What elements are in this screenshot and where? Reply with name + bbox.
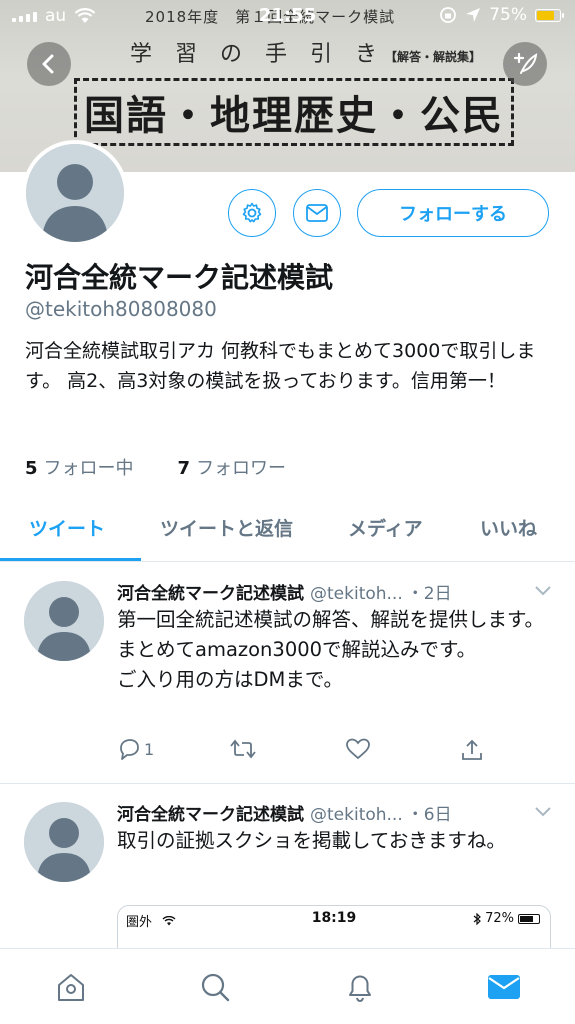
battery-percent: 75% [489, 5, 527, 25]
gear-icon [242, 202, 262, 223]
tweet-author-name[interactable]: 河合全統マーク記述模試 [117, 584, 304, 604]
back-button[interactable] [27, 42, 71, 86]
envelope-icon [488, 975, 520, 999]
tweet-header: 河合全統マーク記述模試 @tekitoh... ・2日 [117, 579, 452, 604]
active-tab-indicator [0, 558, 141, 561]
bottom-navigation [0, 948, 575, 1024]
banner-title: 国語・地理歴史・公民 [84, 92, 504, 139]
reply-button[interactable]: 1 [117, 738, 154, 760]
default-avatar-icon [24, 581, 104, 661]
location-icon [466, 8, 481, 22]
compose-tweet-button[interactable] [503, 42, 547, 86]
tweet-header: 河合全統マーク記述模試 @tekitoh... ・6日 [117, 800, 452, 825]
tab-media[interactable]: メディア [348, 514, 423, 541]
banner-title-box: 国語・地理歴史・公民 [74, 78, 514, 146]
tweet[interactable]: 河合全統マーク記述模試 @tekitoh... ・2日 第一回全統記述模試の解答、解… [0, 563, 575, 783]
follow-button[interactable]: フォローする [357, 189, 549, 237]
share-button[interactable] [460, 738, 484, 762]
tab-likes[interactable]: いいね [480, 514, 537, 541]
profile-tabs: ツイート ツイートと返信 メディア いいね [0, 500, 575, 562]
tab-tweets-and-replies[interactable]: ツイートと返信 [160, 514, 293, 541]
battery-icon [535, 8, 564, 22]
default-avatar-icon [24, 802, 104, 882]
chevron-down-icon[interactable] [534, 585, 552, 597]
tweet-avatar[interactable] [24, 802, 104, 882]
battery-fill [537, 10, 554, 20]
profile-avatar[interactable] [22, 140, 128, 246]
tweet-author-handle: @tekitoh... [310, 584, 403, 604]
nav-search[interactable] [197, 969, 233, 1005]
bell-icon [349, 975, 371, 1003]
banner-line2: 学 習 の 手 引 き【解答・解説集】 [130, 42, 481, 67]
default-avatar-icon [26, 144, 124, 242]
heart-icon [346, 738, 370, 760]
feather-plus-icon [513, 52, 538, 74]
embedded-battery-percent: 72% [485, 911, 514, 926]
tweet-text: 取引の証拠スクショを掲載しておきますね。 [117, 829, 506, 852]
tweet-time: ・2日 [406, 584, 452, 604]
search-icon [201, 973, 230, 1002]
profile-bio: 河合全統模試取引アカ 何教科でもまとめて3000で取引します。 高2、高3対象の… [25, 340, 536, 392]
reply-count: 1 [144, 739, 155, 759]
status-bar: au 21:55 75% [0, 0, 575, 32]
profile-handle: @tekitoh80808080 [25, 297, 217, 321]
followers-stat[interactable]: 7 フォロワー [178, 454, 287, 480]
home-icon [58, 974, 84, 1001]
tweet-text: 第一回全統記述模試の解答、解説を提供します。 まとめてamazon3000で解説… [117, 608, 545, 691]
profile-name: 河合全統マーク記述模試 [25, 261, 334, 294]
share-icon [462, 739, 482, 760]
chevron-down-icon[interactable] [534, 806, 552, 818]
envelope-icon [306, 204, 328, 222]
chevron-left-icon [42, 54, 54, 74]
tweet-actions: 1 [117, 738, 517, 768]
tweet-author-name[interactable]: 河合全統マーク記述模試 [117, 805, 304, 825]
nav-messages[interactable] [486, 969, 522, 1005]
tweet-author-handle: @tekitoh... [310, 805, 403, 825]
tab-tweets[interactable]: ツイート [29, 514, 105, 541]
profile-stats: 5 フォロー中 7 フォロワー [25, 454, 286, 480]
nav-home[interactable] [53, 969, 89, 1005]
reply-icon [120, 739, 139, 760]
nav-notifications[interactable] [342, 969, 378, 1005]
banner-tag: 【解答・解説集】 [384, 50, 481, 64]
orientation-lock-icon [440, 7, 457, 23]
like-button[interactable] [345, 738, 371, 760]
retweet-button[interactable] [229, 738, 257, 760]
settings-button[interactable] [228, 189, 276, 237]
embedded-status-bar: 圏外 18:19 72% [118, 906, 550, 932]
message-button[interactable] [293, 189, 341, 237]
following-stat[interactable]: 5 フォロー中 [25, 454, 134, 480]
tweet-time: ・6日 [406, 805, 452, 825]
retweet-icon [230, 739, 256, 759]
tweet-avatar[interactable] [24, 581, 104, 661]
bluetooth-icon [473, 912, 481, 925]
battery-icon [518, 913, 540, 924]
